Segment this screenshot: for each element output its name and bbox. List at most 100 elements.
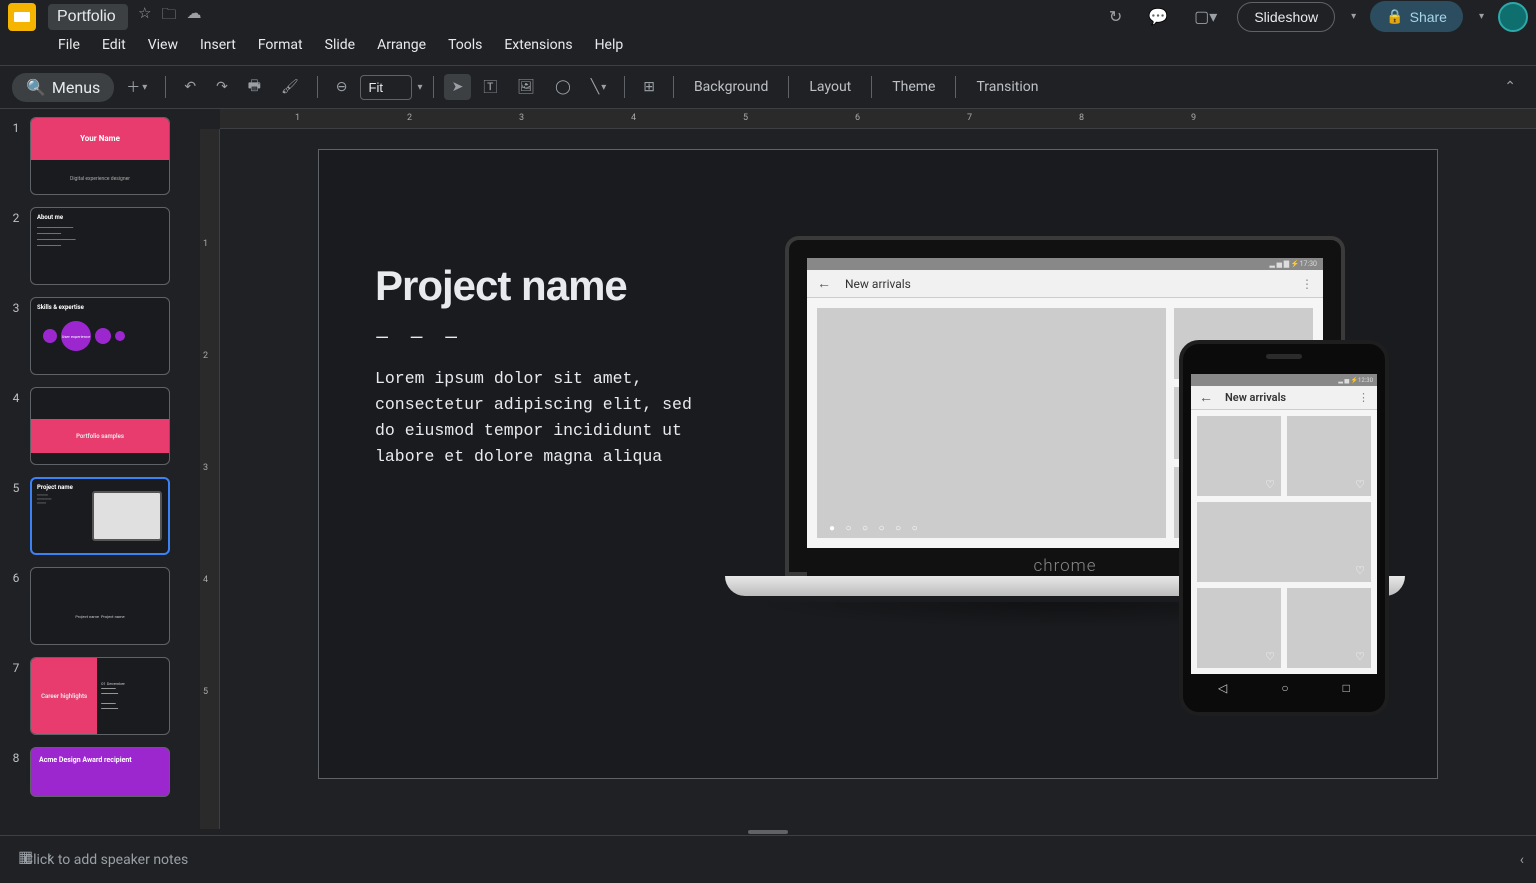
- share-button[interactable]: 🔒 Share: [1370, 1, 1463, 32]
- phone-speaker: [1266, 354, 1302, 359]
- horizontal-ruler[interactable]: 123456789: [220, 109, 1536, 129]
- search-menus[interactable]: 🔍 Menus: [12, 73, 114, 102]
- paint-format-button[interactable]: 🖌: [273, 74, 307, 100]
- thumb-title: About me: [37, 214, 63, 221]
- new-slide-button[interactable]: ＋▾: [118, 72, 155, 102]
- thumb-title: Project name: [37, 484, 73, 491]
- thumb-laptop-mock: [92, 491, 162, 541]
- menu-view[interactable]: View: [140, 33, 186, 57]
- collapse-filmstrip-icon[interactable]: ‹: [47, 847, 52, 866]
- slide-thumbnail-7[interactable]: Career highlights 01 December━━━━━━━━━━━…: [30, 657, 170, 735]
- comment-tool[interactable]: ⊞: [635, 74, 663, 100]
- ruler-tick: 4: [631, 113, 636, 123]
- slide-divider: — — —: [375, 328, 466, 349]
- undo-button[interactable]: ↶: [176, 74, 204, 100]
- slide-canvas[interactable]: Project name — — — Lorem ipsum dolor sit…: [318, 149, 1438, 779]
- menu-help[interactable]: Help: [587, 33, 632, 57]
- slide-thumbnail-3[interactable]: Skills & expertise User experience: [30, 297, 170, 375]
- ruler-tick: 2: [407, 113, 412, 123]
- move-folder-icon[interactable]: 🗀: [161, 4, 176, 29]
- textbox-tool[interactable]: 🅃: [475, 72, 505, 102]
- toolbar: 🔍 Menus ＋▾ ↶ ↷ 🖶 🖌 ⊖ ▾ ➤ 🅃 🖼 ◯ ╲ ▾ ⊞ Bac…: [0, 65, 1536, 109]
- transition-button[interactable]: Transition: [966, 74, 1048, 100]
- thumb-number: 3: [8, 297, 24, 315]
- slide-thumbnail-4[interactable]: Portfolio samples: [30, 387, 170, 465]
- print-button[interactable]: 🖶: [240, 70, 269, 104]
- select-tool[interactable]: ➤: [444, 74, 472, 100]
- meet-icon[interactable]: ▢▾: [1188, 3, 1223, 30]
- menu-format[interactable]: Format: [250, 33, 311, 57]
- filmstrip[interactable]: 1 Your Name Digital experience designer …: [0, 109, 200, 829]
- grid-view-icon[interactable]: ▦: [18, 847, 33, 866]
- menu-file[interactable]: File: [50, 33, 88, 57]
- android-nav-bar: ◁○□: [1191, 674, 1377, 702]
- menu-tools[interactable]: Tools: [440, 33, 490, 57]
- line-tool[interactable]: ╲ ▾: [583, 74, 614, 100]
- heart-icon: ♡: [1355, 478, 1365, 491]
- thumb-circles: User experience: [43, 321, 125, 351]
- thumb-title: Skills & expertise: [37, 304, 84, 311]
- laptop-statusbar: ▂ ▅ ▇ ⚡ 17:30: [807, 258, 1323, 270]
- slide-thumbnail-2[interactable]: About me ━━━━━━━━━━━━━━━━━━━━━━━━━━━━━━━…: [30, 207, 170, 285]
- slide-thumbnail-8[interactable]: Acme Design Award recipient: [30, 747, 170, 797]
- search-menus-label: Menus: [52, 78, 100, 97]
- avatar[interactable]: [1498, 2, 1528, 32]
- zoom-input[interactable]: [360, 75, 412, 100]
- menu-arrange[interactable]: Arrange: [369, 33, 434, 57]
- phone-mockup: ▂ ▅ ⚡ 12:30 ← New arrivals ⋮ ♡ ♡ ♡ ♡: [1179, 340, 1389, 716]
- ruler-tick: 7: [967, 113, 972, 123]
- laptop-header-title: New arrivals: [845, 277, 911, 291]
- menu-edit[interactable]: Edit: [94, 33, 134, 57]
- redo-button[interactable]: ↷: [208, 74, 236, 100]
- carousel-dots: ● ○ ○ ○ ○ ○: [829, 523, 922, 534]
- ruler-tick: 4: [203, 575, 208, 585]
- document-title-input[interactable]: [48, 4, 128, 30]
- slide-title-text[interactable]: Project name: [375, 262, 627, 310]
- thumb-number: 2: [8, 207, 24, 225]
- collapse-toolbar-icon[interactable]: ⌃: [1496, 74, 1524, 100]
- ruler-tick: 9: [1191, 113, 1196, 123]
- star-icon[interactable]: ☆: [138, 4, 151, 29]
- thumb-number: 8: [8, 747, 24, 765]
- menu-insert[interactable]: Insert: [192, 33, 244, 57]
- more-vert-icon: ⋮: [1301, 277, 1313, 291]
- thumb-number: 1: [8, 117, 24, 135]
- theme-button[interactable]: Theme: [882, 74, 945, 100]
- phone-grid: ♡ ♡ ♡ ♡ ♡: [1191, 410, 1377, 674]
- slide-body-text[interactable]: Lorem ipsum dolor sit amet, consectetur …: [375, 366, 705, 470]
- heart-icon: ♡: [1355, 564, 1365, 577]
- background-button[interactable]: Background: [684, 74, 778, 100]
- share-dropdown-icon[interactable]: ▾: [1479, 11, 1484, 22]
- vertical-ruler[interactable]: 12345: [200, 129, 220, 829]
- slideshow-button[interactable]: Slideshow: [1237, 2, 1335, 32]
- ruler-tick: 1: [203, 239, 208, 249]
- shape-tool[interactable]: ◯: [547, 74, 579, 100]
- zoom-out-icon[interactable]: ⊖: [328, 74, 356, 100]
- menu-slide[interactable]: Slide: [317, 33, 363, 57]
- thumb-number: 5: [8, 477, 24, 495]
- slide-thumbnail-5[interactable]: Project name ━━━━━━━━━━━━━━━━━━━: [30, 477, 170, 555]
- comments-icon[interactable]: 💬: [1142, 3, 1174, 30]
- slides-app-icon[interactable]: [8, 3, 36, 31]
- history-icon[interactable]: ↻: [1103, 3, 1128, 30]
- menu-extensions[interactable]: Extensions: [496, 33, 580, 57]
- image-tool[interactable]: 🖼: [509, 74, 543, 100]
- layout-button[interactable]: Layout: [799, 74, 861, 100]
- thumb-title: Your Name: [80, 134, 120, 143]
- explore-icon[interactable]: ‹: [1520, 852, 1524, 868]
- ruler-tick: 5: [743, 113, 748, 123]
- thumb-title: Career highlights: [41, 693, 87, 700]
- thumb-number: 7: [8, 657, 24, 675]
- slide-thumbnail-6[interactable]: Project nameProject name: [30, 567, 170, 645]
- phone-statusbar: ▂ ▅ ⚡ 12:30: [1191, 374, 1377, 386]
- heart-icon: ♡: [1355, 650, 1365, 663]
- ruler-tick: 5: [203, 687, 208, 697]
- slideshow-dropdown-icon[interactable]: ▾: [1351, 11, 1356, 22]
- cloud-status-icon: ☁: [186, 4, 201, 29]
- hero-image-placeholder: [817, 308, 1166, 538]
- slideshow-button-label: Slideshow: [1254, 9, 1318, 25]
- slide-thumbnail-1[interactable]: Your Name Digital experience designer: [30, 117, 170, 195]
- zoom-dropdown-icon[interactable]: ▾: [418, 82, 423, 93]
- ruler-tick: 1: [295, 113, 300, 123]
- more-vert-icon: ⋮: [1358, 391, 1369, 404]
